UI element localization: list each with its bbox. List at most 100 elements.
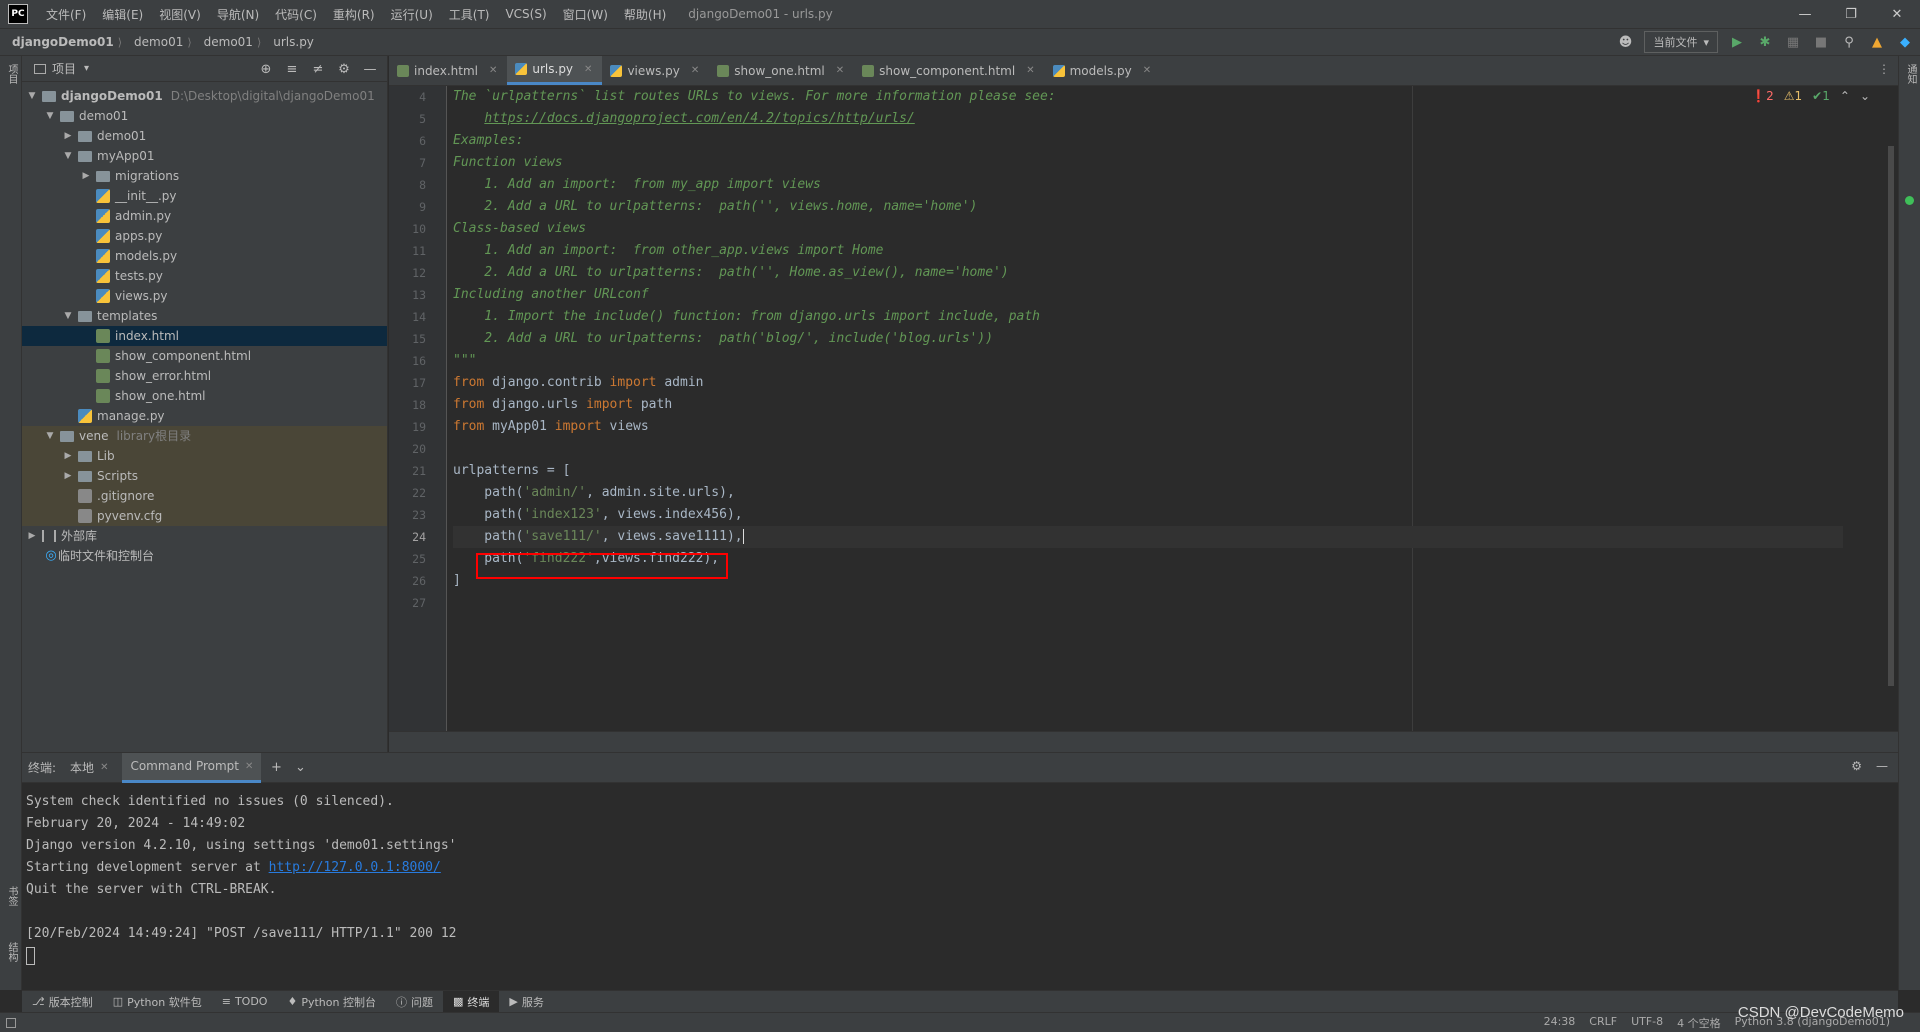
tree-item-demo01[interactable]: ▼ demo01 — [22, 106, 387, 126]
tree-item-scratches[interactable]: ◎ 临时文件和控制台 — [22, 546, 387, 566]
more-vertical-icon[interactable]: ⋮ — [1878, 62, 1890, 76]
chevron-down-icon[interactable]: ▾ — [84, 63, 89, 74]
tree-item-pyvenv[interactable]: pyvenv.cfg — [22, 506, 387, 526]
menu-window[interactable]: 窗口(W) — [555, 6, 616, 23]
tree-item-demo01-inner[interactable]: ▶ demo01 — [22, 126, 387, 146]
tab-show-component-html[interactable]: show_component.html ✕ — [854, 56, 1044, 85]
file-encoding[interactable]: UTF-8 — [1631, 1015, 1663, 1031]
menu-edit[interactable]: 编辑(E) — [94, 6, 151, 23]
terminal-output[interactable]: System check identified no issues (0 sil… — [22, 783, 1898, 975]
tab-show-one-html[interactable]: show_one.html ✕ — [709, 56, 854, 85]
tree-item-templates[interactable]: ▼ templates — [22, 306, 387, 326]
tree-item-init[interactable]: __init__.py — [22, 186, 387, 206]
restore-icon[interactable]: ❐ — [1828, 0, 1874, 28]
menu-refactor[interactable]: 重构(R) — [325, 6, 383, 23]
menu-view[interactable]: 视图(V) — [151, 6, 209, 23]
tool-terminal[interactable]: ▩ 终端 — [442, 990, 500, 1013]
close-icon[interactable]: ✕ — [100, 762, 108, 773]
tree-item-show-error[interactable]: show_error.html — [22, 366, 387, 386]
jetbrains-icon[interactable]: ◆ — [1896, 33, 1914, 51]
menu-file[interactable]: 文件(F) — [38, 6, 94, 23]
collapse-all-icon[interactable]: ≠ — [309, 60, 327, 78]
layout-toggle-icon[interactable] — [6, 1017, 16, 1028]
tab-urls-py[interactable]: urls.py ✕ — [507, 56, 603, 85]
close-icon[interactable]: ✕ — [836, 65, 844, 76]
close-icon[interactable]: ✕ — [691, 65, 699, 76]
search-icon[interactable]: ⚲ — [1840, 33, 1858, 51]
project-tool-button[interactable]: 项目 — [3, 64, 19, 84]
menu-run[interactable]: 运行(U) — [383, 6, 441, 23]
breadcrumb-project[interactable]: djangoDemo01 — [0, 35, 118, 49]
terminal-prompt[interactable] — [26, 945, 1894, 967]
tool-version-control[interactable]: ⎇ 版本控制 — [22, 991, 103, 1013]
tree-item-views[interactable]: views.py — [22, 286, 387, 306]
close-icon[interactable]: ✕ — [489, 65, 497, 76]
run-icon[interactable]: ▶ — [1728, 33, 1746, 51]
gear-icon[interactable]: ⚙ — [335, 60, 353, 78]
terminal-tab-command-prompt[interactable]: Command Prompt ✕ — [122, 752, 262, 783]
tree-item-lib[interactable]: ▶ Lib — [22, 446, 387, 466]
structure-tool-button[interactable]: 结构 — [3, 942, 19, 962]
stop-icon[interactable]: ■ — [1812, 33, 1830, 51]
gear-icon[interactable]: ⚙ — [1851, 759, 1862, 773]
add-terminal-icon[interactable]: + — [267, 759, 285, 777]
menu-vcs[interactable]: VCS(S) — [497, 7, 554, 21]
menu-tools[interactable]: 工具(T) — [441, 6, 498, 23]
editor-scrollbar[interactable] — [1888, 146, 1894, 686]
notifications-tool-button[interactable]: 通知 — [1903, 64, 1918, 84]
tree-item-manage[interactable]: manage.py — [22, 406, 387, 426]
tree-item-show-component[interactable]: show_component.html — [22, 346, 387, 366]
tree-item-external-libs[interactable]: ▶ 外部库 — [22, 526, 387, 546]
tree-item-show-one[interactable]: show_one.html — [22, 386, 387, 406]
tool-todo[interactable]: ≡ TODO — [212, 991, 278, 1013]
breadcrumb-demo01[interactable]: demo01 — [122, 35, 187, 49]
run-configuration-select[interactable]: 当前文件 ▾ — [1644, 31, 1718, 53]
tab-index-html[interactable]: index.html ✕ — [389, 56, 507, 85]
close-icon[interactable]: ✕ — [1874, 0, 1920, 28]
tree-item-root[interactable]: ▼ djangoDemo01 D:\Desktop\digital\djangoDe… — [22, 86, 387, 106]
breadcrumb-demo01-inner[interactable]: demo01 — [192, 35, 257, 49]
locate-icon[interactable]: ⊕ — [257, 60, 275, 78]
tree-item-index-html[interactable]: index.html — [22, 326, 387, 346]
breadcrumb-file[interactable]: urls.py — [261, 35, 318, 49]
tab-models-py[interactable]: models.py ✕ — [1045, 56, 1162, 85]
line-separator[interactable]: CRLF — [1589, 1015, 1617, 1031]
debug-icon[interactable]: ✱ — [1756, 33, 1774, 51]
tree-item-myapp01[interactable]: ▼ myApp01 — [22, 146, 387, 166]
tree-item-apps[interactable]: apps.py — [22, 226, 387, 246]
tree-item-tests[interactable]: tests.py — [22, 266, 387, 286]
hide-icon[interactable]: — — [361, 60, 379, 78]
menu-help[interactable]: 帮助(H) — [616, 6, 674, 23]
server-url-link[interactable]: http://127.0.0.1:8000/ — [269, 860, 441, 875]
tree-item-scripts[interactable]: ▶ Scripts — [22, 466, 387, 486]
tree-item-migrations[interactable]: ▶ migrations — [22, 166, 387, 186]
caret-position[interactable]: 24:38 — [1544, 1015, 1576, 1031]
update-icon[interactable]: ▲ — [1868, 33, 1886, 51]
chevron-down-icon[interactable]: ⌄ — [1860, 89, 1870, 103]
expand-all-icon[interactable]: ≡ — [283, 60, 301, 78]
bookmarks-tool-button[interactable]: 书签 — [3, 886, 19, 906]
docs-link[interactable]: https://docs.djangoproject.com/en/4.2/to… — [484, 111, 914, 126]
tree-item-vene[interactable]: ▼ vene library根目录 — [22, 426, 387, 446]
close-icon[interactable]: ✕ — [584, 64, 592, 75]
menu-code[interactable]: 代码(C) — [267, 6, 325, 23]
tree-item-admin[interactable]: admin.py — [22, 206, 387, 226]
close-icon[interactable]: ✕ — [245, 761, 253, 772]
hide-icon[interactable]: — — [1876, 759, 1888, 773]
close-icon[interactable]: ✕ — [1143, 65, 1151, 76]
coverage-icon[interactable]: ▦ — [1784, 33, 1802, 51]
terminal-tab-local[interactable]: 本地 ✕ — [62, 753, 116, 783]
close-icon[interactable]: ✕ — [1026, 65, 1034, 76]
indent-setting[interactable]: 4 个空格 — [1677, 1015, 1721, 1031]
editor-horizontal-scroll[interactable] — [389, 731, 1898, 752]
menu-navigate[interactable]: 导航(N) — [209, 6, 267, 23]
code-editor[interactable]: 4 5 6 7 8 9 10 11 12 13 14 15 16 17 18 1… — [389, 86, 1898, 731]
minimize-icon[interactable]: — — [1782, 0, 1828, 28]
tree-item-gitignore[interactable]: .gitignore — [22, 486, 387, 506]
tool-services[interactable]: ▶ 服务 — [499, 991, 553, 1013]
user-icon[interactable]: ☻ — [1616, 33, 1634, 51]
tree-item-models[interactable]: models.py — [22, 246, 387, 266]
tool-python-console[interactable]: ♦ Python 控制台 — [277, 991, 386, 1013]
tab-views-py[interactable]: views.py ✕ — [602, 56, 709, 85]
chevron-down-icon[interactable]: ⌄ — [291, 759, 309, 777]
